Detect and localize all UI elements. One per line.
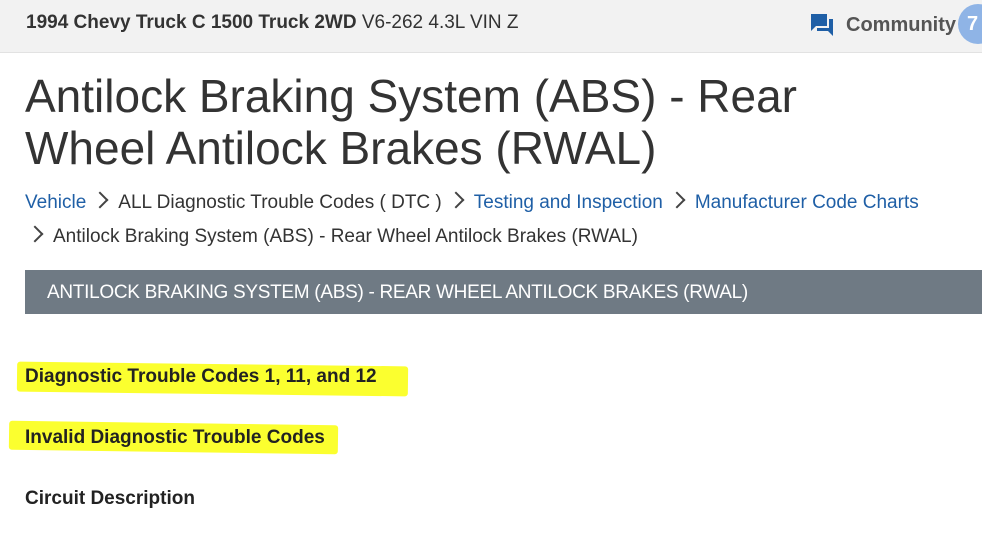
vehicle-title: 1994 Chevy Truck C 1500 Truck 2WD V6-262… bbox=[26, 12, 519, 34]
section-header-title: ANTILOCK BRAKING SYSTEM (ABS) - REAR WHE… bbox=[47, 282, 748, 303]
breadcrumb-link-code-charts[interactable]: Manufacturer Code Charts bbox=[695, 192, 919, 213]
heading-invalid-dtc: Invalid Diagnostic Trouble Codes bbox=[25, 427, 325, 448]
heading-circuit-description: Circuit Description bbox=[25, 488, 195, 509]
chevron-right-icon bbox=[26, 225, 44, 243]
chevron-right-icon bbox=[91, 191, 109, 209]
community-button[interactable]: Community bbox=[808, 9, 956, 41]
section-header-bar: ANTILOCK BRAKING SYSTEM (ABS) - REAR WHE… bbox=[25, 270, 982, 314]
breadcrumb: Vehicle ALL Diagnostic Trouble Codes ( DT… bbox=[25, 186, 919, 254]
avatar[interactable]: 7 bbox=[958, 4, 982, 44]
page-title: Antilock Braking System (ABS) - Rear Whe… bbox=[25, 70, 798, 174]
vehicle-name: 1994 Chevy Truck C 1500 Truck 2WD bbox=[26, 12, 357, 33]
vehicle-engine: V6-262 4.3L VIN Z bbox=[361, 12, 519, 33]
heading-dtc-1-11-12: Diagnostic Trouble Codes 1, 11, and 12 bbox=[25, 366, 377, 387]
breadcrumb-item-current: Antilock Braking System (ABS) - Rear Whe… bbox=[53, 226, 638, 247]
breadcrumb-link-vehicle[interactable]: Vehicle bbox=[25, 192, 86, 213]
chevron-right-icon bbox=[447, 191, 465, 209]
community-label: Community bbox=[846, 13, 956, 36]
top-bar: 1994 Chevy Truck C 1500 Truck 2WD V6-262… bbox=[0, 0, 982, 53]
chat-bubbles-icon bbox=[811, 14, 833, 36]
chevron-right-icon bbox=[668, 191, 686, 209]
breadcrumb-link-testing[interactable]: Testing and Inspection bbox=[474, 192, 663, 213]
breadcrumb-item-dtc: ALL Diagnostic Trouble Codes ( DTC ) bbox=[118, 192, 442, 213]
